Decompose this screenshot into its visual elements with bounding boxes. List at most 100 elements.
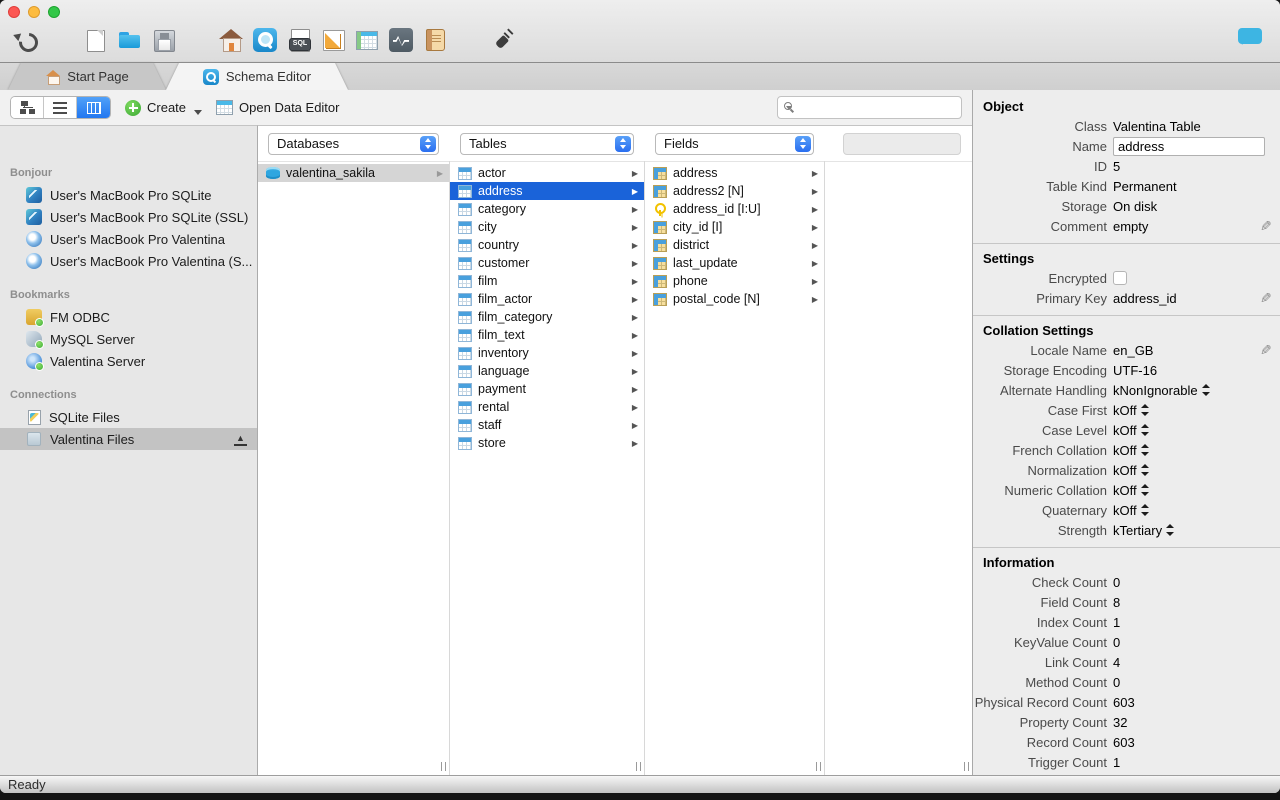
- tree-view-button[interactable]: [11, 97, 44, 118]
- table-row[interactable]: inventory ▶: [450, 344, 644, 362]
- field-row[interactable]: address2 [N] ▶: [645, 182, 824, 200]
- open-data-editor-button[interactable]: Open Data Editor: [216, 100, 339, 115]
- table-row[interactable]: film_actor ▶: [450, 290, 644, 308]
- tab-start-page[interactable]: Start Page: [8, 63, 166, 90]
- table-row[interactable]: staff ▶: [450, 416, 644, 434]
- toolbar-button[interactable]: [282, 25, 316, 55]
- search-field[interactable]: [777, 96, 970, 119]
- toolbar-button[interactable]: [112, 25, 146, 55]
- toolbar-icon: [389, 28, 413, 52]
- column-view-button[interactable]: [77, 97, 110, 118]
- property-text: 0: [1113, 574, 1121, 590]
- pencil-icon[interactable]: ✎: [1260, 290, 1272, 307]
- table-row[interactable]: country ▶: [450, 236, 644, 254]
- table-row[interactable]: customer ▶: [450, 254, 644, 272]
- database-row[interactable]: valentina_sakila ▶: [258, 164, 449, 182]
- toolbar-button[interactable]: [418, 25, 452, 55]
- field-row[interactable]: district ▶: [645, 236, 824, 254]
- property-value: 32: [1113, 715, 1254, 730]
- table-row[interactable]: store ▶: [450, 434, 644, 452]
- fields-filter-select[interactable]: Fields: [655, 132, 814, 155]
- table-row[interactable]: film_text ▶: [450, 326, 644, 344]
- table-row[interactable]: rental ▶: [450, 398, 644, 416]
- toolbar-button[interactable]: [350, 25, 384, 55]
- sidebar-item[interactable]: MySQL Server: [0, 328, 257, 350]
- table-name: film: [478, 274, 498, 288]
- toolbar-button[interactable]: [316, 25, 350, 55]
- create-button[interactable]: Create: [125, 99, 203, 116]
- table-row[interactable]: category ▶: [450, 200, 644, 218]
- list-view-button[interactable]: [44, 97, 77, 118]
- stepper-icon[interactable]: [1140, 504, 1149, 516]
- field-row[interactable]: address_id [I:U] ▶: [645, 200, 824, 218]
- stepper-icon[interactable]: [1201, 384, 1210, 396]
- tab-schema-editor[interactable]: Schema Editor: [166, 63, 348, 90]
- property-label: Strength: [1057, 522, 1107, 538]
- stepper-icon[interactable]: [1140, 464, 1149, 476]
- property-row: French Collation kOff: [973, 440, 1280, 460]
- chat-bubble-icon[interactable]: [1238, 28, 1262, 45]
- sidebar-item[interactable]: SQLite Files: [0, 406, 257, 428]
- field-row[interactable]: last_update ▶: [645, 254, 824, 272]
- stepper-icon[interactable]: [1140, 484, 1149, 496]
- zoom-window-button[interactable]: [48, 6, 60, 18]
- tables-column: actor ▶ address ▶ category ▶ city ▶ coun…: [450, 161, 645, 775]
- table-row[interactable]: film ▶: [450, 272, 644, 290]
- pencil-icon[interactable]: ✎: [1260, 218, 1272, 235]
- sidebar-item[interactable]: User's MacBook Pro SQLite (SSL): [0, 206, 257, 228]
- table-row[interactable]: payment ▶: [450, 380, 644, 398]
- section-header: Settings: [983, 251, 1035, 266]
- field-row[interactable]: postal_code [N] ▶: [645, 290, 824, 308]
- sidebar-item[interactable]: FM ODBC: [0, 306, 257, 328]
- eject-icon[interactable]: ▲: [234, 433, 247, 446]
- table-row[interactable]: city ▶: [450, 218, 644, 236]
- databases-filter-select[interactable]: Databases: [268, 132, 439, 155]
- property-row: View Count: [973, 772, 1280, 776]
- minimize-window-button[interactable]: [28, 6, 40, 18]
- stepper-icon[interactable]: [1140, 404, 1149, 416]
- sidebar-item[interactable]: User's MacBook Pro SQLite: [0, 184, 257, 206]
- encrypted-checkbox[interactable]: [1113, 271, 1127, 285]
- field-row[interactable]: city_id [I] ▶: [645, 218, 824, 236]
- column-resize-grip[interactable]: [441, 762, 446, 771]
- information-section: Information Check Count 0 Field Count 8 …: [973, 547, 1280, 775]
- toolbar-button[interactable]: [10, 25, 44, 55]
- stepper-icon[interactable]: [1166, 524, 1175, 536]
- toolbar-button[interactable]: [214, 25, 248, 55]
- table-row[interactable]: language ▶: [450, 362, 644, 380]
- sidebar-item[interactable]: User's MacBook Pro Valentina (S...: [0, 250, 257, 272]
- toolbar-icon: [490, 27, 516, 53]
- column-resize-grip[interactable]: [636, 762, 641, 771]
- property-label: Index Count: [1036, 614, 1107, 630]
- table-row[interactable]: actor ▶: [450, 164, 644, 182]
- toolbar-button[interactable]: [44, 25, 78, 55]
- property-label: Comment: [1050, 218, 1107, 234]
- stepper-icon[interactable]: [1140, 424, 1149, 436]
- pencil-icon[interactable]: ✎: [1260, 342, 1272, 359]
- toolbar-button[interactable]: [486, 25, 520, 55]
- column-resize-grip[interactable]: [964, 762, 969, 771]
- sidebar-item[interactable]: User's MacBook Pro Valentina: [0, 228, 257, 250]
- sidebar-item[interactable]: Valentina Server: [0, 350, 257, 372]
- field-row[interactable]: address ▶: [645, 164, 824, 182]
- toolbar-button[interactable]: [384, 25, 418, 55]
- stepper-icon[interactable]: [1140, 444, 1149, 456]
- column-browser: Databases Tables Fields valentina_sakila: [258, 125, 972, 775]
- tables-filter-select[interactable]: Tables: [460, 132, 634, 155]
- field-name: phone: [673, 274, 708, 288]
- table-row[interactable]: address ▶: [450, 182, 644, 200]
- sidebar-section-connections: Connections SQLite Files Valentina Files…: [0, 386, 257, 450]
- column-resize-grip[interactable]: [816, 762, 821, 771]
- field-row[interactable]: phone ▶: [645, 272, 824, 290]
- toolbar-button[interactable]: [78, 25, 112, 55]
- property-label: Encrypted: [1048, 270, 1107, 286]
- toolbar-button[interactable]: [146, 25, 180, 55]
- name-input[interactable]: [1113, 136, 1265, 156]
- toolbar-button[interactable]: [248, 25, 282, 55]
- search-input[interactable]: [794, 97, 970, 118]
- close-window-button[interactable]: [8, 6, 20, 18]
- sidebar-item[interactable]: Valentina Files ▲: [0, 428, 257, 450]
- toolbar-button[interactable]: [180, 25, 214, 55]
- toolbar-button[interactable]: [452, 25, 486, 55]
- table-row[interactable]: film_category ▶: [450, 308, 644, 326]
